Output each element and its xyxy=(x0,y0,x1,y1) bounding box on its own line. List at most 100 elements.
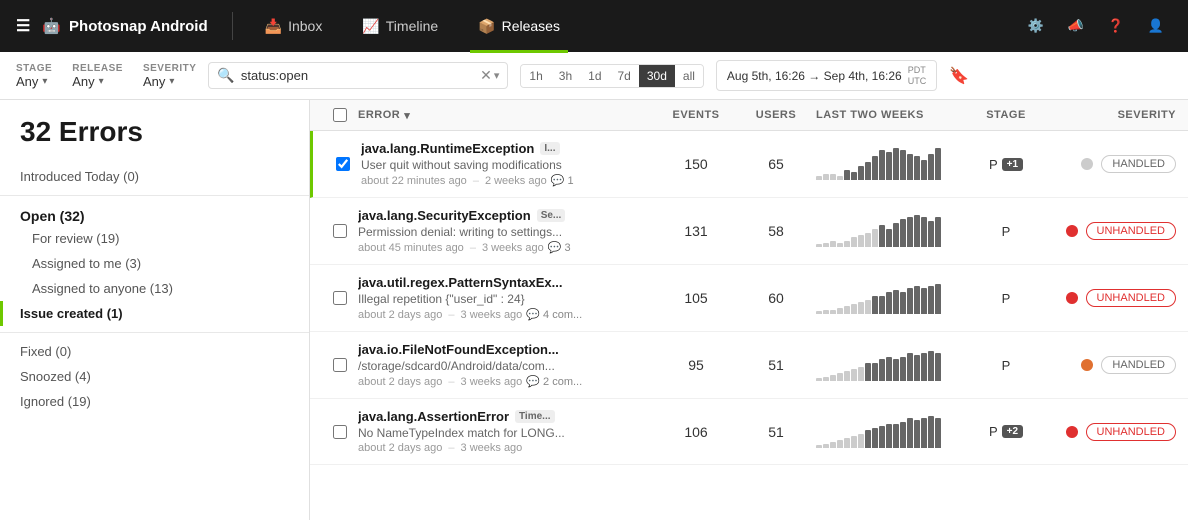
nav-icons: ⚙️ 📣 ❓ 👤 xyxy=(1020,10,1172,42)
row-checkbox-cell xyxy=(322,358,358,372)
stage-select[interactable]: Any ▾ xyxy=(16,74,52,89)
bar xyxy=(865,233,871,247)
bar xyxy=(872,428,878,448)
header-error[interactable]: ERROR ▾ xyxy=(358,109,656,122)
severity-cell: HANDLED xyxy=(1056,155,1176,173)
sort-arrow-icon: ▾ xyxy=(404,109,410,122)
error-message: /storage/sdcard0/Android/data/com... xyxy=(358,359,656,373)
search-input[interactable] xyxy=(241,68,476,83)
table-row[interactable]: java.lang.RuntimeException I... User qui… xyxy=(310,131,1188,198)
logo-icon: 🤖 xyxy=(42,17,61,35)
severity-dot xyxy=(1081,158,1093,170)
bar xyxy=(928,221,934,247)
error-title: java.lang.AssertionError Time... xyxy=(358,409,656,424)
row-2-checkbox[interactable] xyxy=(333,224,347,238)
sidebar-item-assigned-to-me[interactable]: Assigned to me (3) xyxy=(0,251,309,276)
stage-cell: P xyxy=(956,358,1056,373)
stage-filter: STAGE Any ▾ xyxy=(16,63,52,89)
sidebar-item-snoozed[interactable]: Snoozed (4) xyxy=(0,364,309,389)
row-checkbox-cell xyxy=(322,425,358,439)
bar xyxy=(893,359,899,381)
date-range-picker[interactable]: Aug 5th, 16:26 → Sep 4th, 16:26 PDTUTC xyxy=(716,60,937,92)
table-row[interactable]: java.util.regex.PatternSyntaxEx... Illeg… xyxy=(310,265,1188,332)
bar xyxy=(879,359,885,381)
sidebar-item-for-review[interactable]: For review (19) xyxy=(0,226,309,251)
select-all-checkbox[interactable] xyxy=(333,108,347,122)
sidebar-item-fixed[interactable]: Fixed (0) xyxy=(0,339,309,364)
comment-icon: 💬 3 xyxy=(548,241,571,254)
sidebar-item-issue-created[interactable]: Issue created (1) xyxy=(0,301,309,326)
row-checkbox-cell xyxy=(322,224,358,238)
time-7d[interactable]: 7d xyxy=(610,65,639,87)
sidebar-item-introduced-today[interactable]: Introduced Today (0) xyxy=(0,164,309,189)
error-message: Illegal repetition {"user_id" : 24} xyxy=(358,292,656,306)
sidebar-item-assigned-to-anyone[interactable]: Assigned to anyone (13) xyxy=(0,276,309,301)
nav-divider xyxy=(232,12,233,40)
bar xyxy=(830,241,836,247)
row-5-checkbox[interactable] xyxy=(333,425,347,439)
bar xyxy=(823,444,829,448)
row-1-checkbox[interactable] xyxy=(336,157,350,171)
settings-button[interactable]: ⚙️ xyxy=(1020,10,1052,42)
help-button[interactable]: ❓ xyxy=(1100,10,1132,42)
bar xyxy=(858,166,864,180)
bar xyxy=(879,426,885,448)
bar xyxy=(907,217,913,247)
sparkline-chart xyxy=(816,215,956,247)
error-title: java.io.FileNotFoundException... xyxy=(358,342,656,357)
severity-dot xyxy=(1066,292,1078,304)
table-row[interactable]: java.lang.SecurityException Se... Permis… xyxy=(310,198,1188,265)
bar xyxy=(935,418,941,448)
bar xyxy=(935,217,941,247)
header-users: USERS xyxy=(736,109,816,121)
comment-icon: 💬 4 com... xyxy=(526,308,582,321)
nav-inbox[interactable]: 📥 Inbox xyxy=(257,14,331,39)
time-all[interactable]: all xyxy=(675,65,703,87)
time-30d[interactable]: 30d xyxy=(639,65,675,87)
release-select[interactable]: Any ▾ xyxy=(72,74,123,89)
bar xyxy=(900,219,906,247)
announcements-button[interactable]: 📣 xyxy=(1060,10,1092,42)
unhandled-badge: UNHANDLED xyxy=(1086,222,1176,240)
header-events: EVENTS xyxy=(656,109,736,121)
bar xyxy=(865,162,871,180)
chart-cell xyxy=(816,215,956,247)
nav-releases[interactable]: 📦 Releases xyxy=(470,14,568,39)
search-dropdown-icon[interactable]: ▾ xyxy=(494,69,500,82)
sparkline-chart xyxy=(816,416,956,448)
bar xyxy=(858,302,864,314)
severity-filter: SEVERITY Any ▾ xyxy=(143,63,196,89)
users-cell: 51 xyxy=(736,424,816,440)
bar xyxy=(851,237,857,247)
row-4-checkbox[interactable] xyxy=(333,358,347,372)
bar xyxy=(886,152,892,180)
bar xyxy=(823,310,829,314)
row-3-checkbox[interactable] xyxy=(333,291,347,305)
bar xyxy=(921,288,927,314)
account-button[interactable]: 👤 xyxy=(1140,10,1172,42)
table-row[interactable]: java.io.FileNotFoundException... /storag… xyxy=(310,332,1188,399)
bookmark-button[interactable]: 🔖 xyxy=(949,66,969,86)
sidebar-item-ignored[interactable]: Ignored (19) xyxy=(0,389,309,414)
events-cell: 106 xyxy=(656,424,736,440)
sidebar-divider-2 xyxy=(0,332,309,333)
search-clear-icon[interactable]: ✕ xyxy=(480,67,492,84)
timezone-badge: PDTUTC xyxy=(908,65,927,87)
users-cell: 65 xyxy=(736,156,816,172)
time-3h[interactable]: 3h xyxy=(551,65,580,87)
bar xyxy=(914,286,920,314)
bar xyxy=(914,420,920,448)
bar xyxy=(921,160,927,180)
time-1h[interactable]: 1h xyxy=(521,65,550,87)
bar xyxy=(935,284,941,314)
nav-timeline[interactable]: 📈 Timeline xyxy=(354,14,446,39)
unhandled-badge: UNHANDLED xyxy=(1086,289,1176,307)
bar xyxy=(816,378,822,381)
time-1d[interactable]: 1d xyxy=(580,65,609,87)
sidebar-item-open[interactable]: Open (32) xyxy=(0,202,309,226)
severity-select[interactable]: Any ▾ xyxy=(143,74,196,89)
bar xyxy=(893,424,899,448)
truncate-badge: Time... xyxy=(515,410,555,423)
table-row[interactable]: java.lang.AssertionError Time... No Name… xyxy=(310,399,1188,465)
hamburger-icon[interactable]: ☰ xyxy=(16,16,30,36)
